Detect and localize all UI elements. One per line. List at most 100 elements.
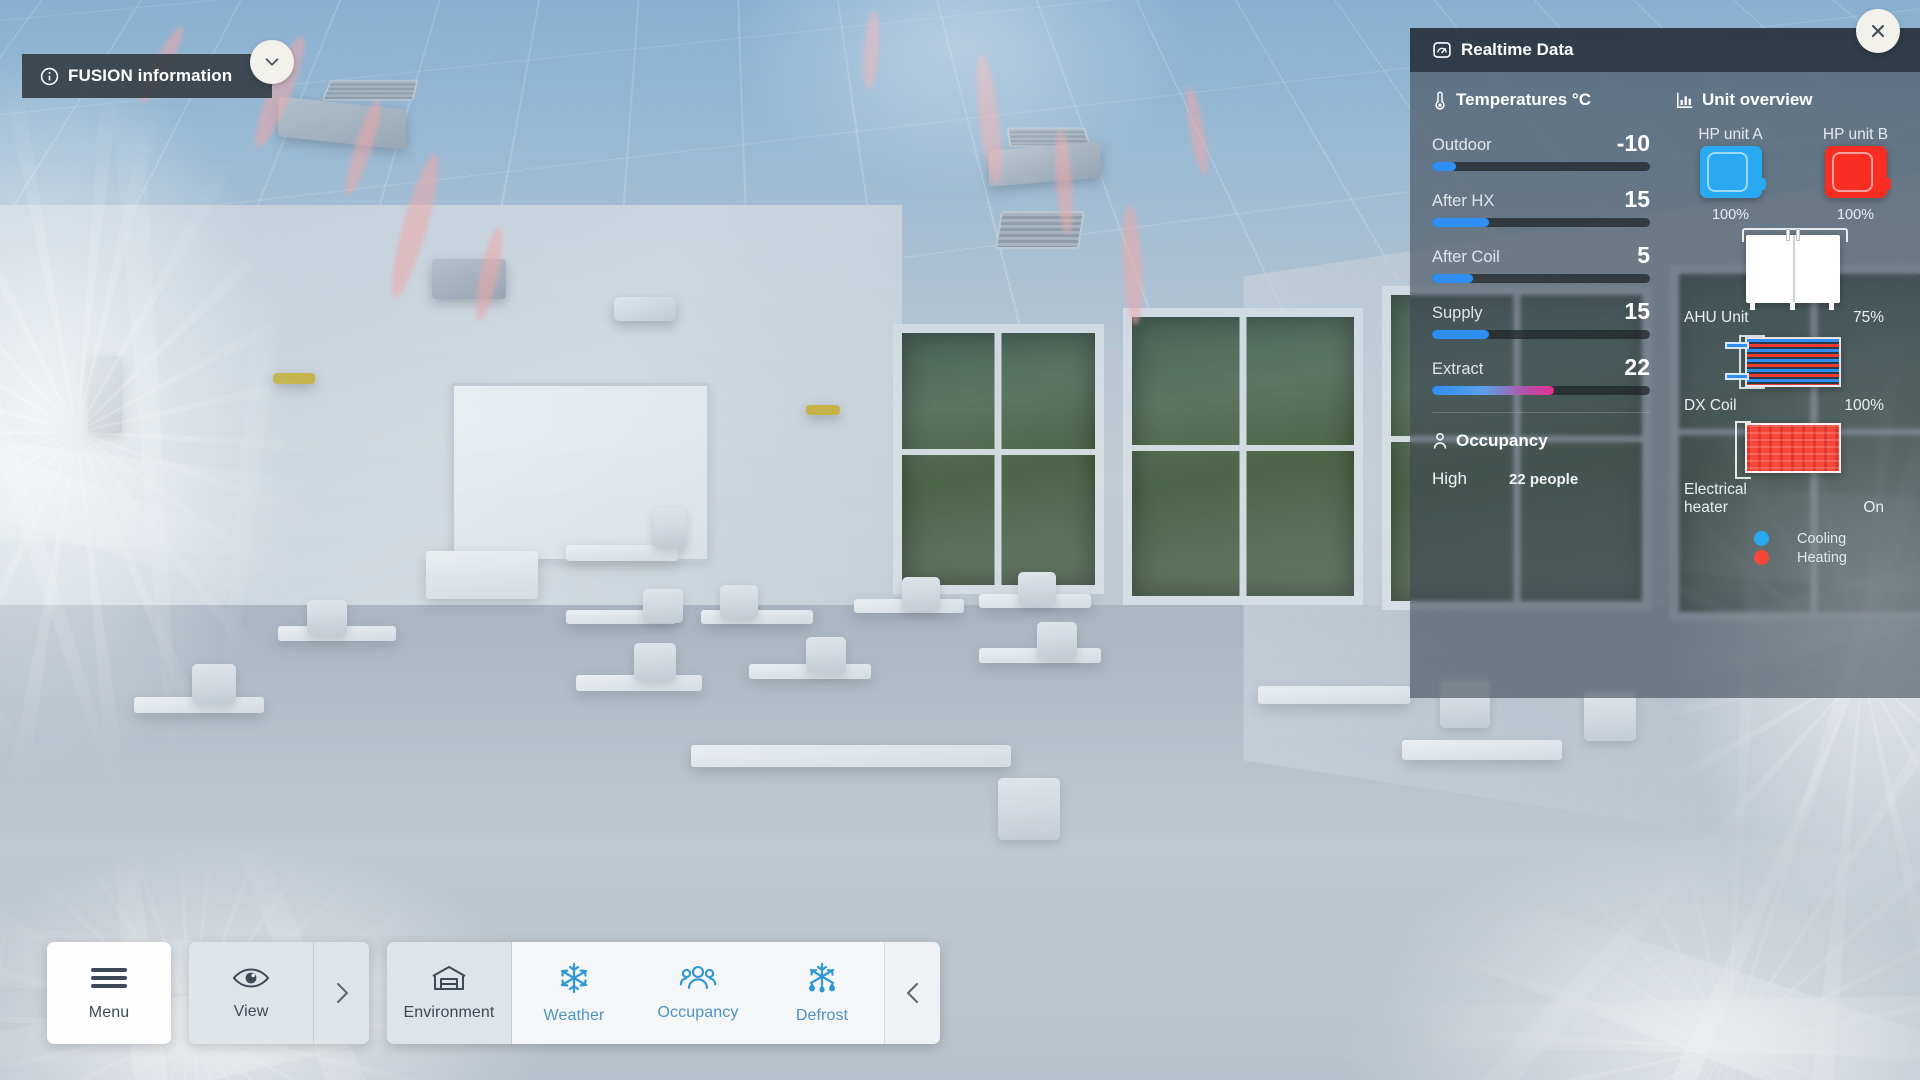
close-panel-button[interactable] xyxy=(1856,9,1900,53)
hp-unit-a-percent: 100% xyxy=(1711,207,1750,223)
snowflake-icon xyxy=(557,961,591,995)
hp-unit-b-percent: 100% xyxy=(1836,207,1875,223)
fusion-information-bar[interactable]: FUSION information xyxy=(22,54,273,98)
temperature-row: Outdoor -10 xyxy=(1432,132,1650,171)
people-icon xyxy=(679,964,717,992)
chair-row2-a xyxy=(192,664,236,705)
dx-coil-icon xyxy=(1676,335,1910,389)
dx-coil-percent: 100% xyxy=(1844,397,1884,414)
electrical-heater-item[interactable]: Electrical heater On xyxy=(1676,421,1910,517)
eye-icon xyxy=(232,965,270,991)
temperatures-heading: Temperatures °C xyxy=(1432,90,1650,110)
hp-unit-labels: HP unit A HP unit B xyxy=(1676,126,1910,144)
temperature-label: After HX xyxy=(1432,192,1495,210)
chair-row2-c xyxy=(806,637,847,674)
temperatures-heading-label: Temperatures °C xyxy=(1456,90,1591,109)
ahu-unit-icon xyxy=(1676,228,1910,310)
person-icon xyxy=(1432,432,1448,450)
building-icon xyxy=(430,964,468,992)
temperature-value: 5 xyxy=(1637,242,1650,268)
temperature-value: 22 xyxy=(1624,354,1650,380)
hp-unit-b[interactable]: 100% xyxy=(1801,146,1910,223)
environment-button[interactable]: Environment xyxy=(387,942,511,1044)
scenario-prev-button[interactable] xyxy=(884,942,940,1044)
temperature-bar-fill xyxy=(1432,386,1555,395)
hp-units-row: 100% 100% xyxy=(1676,146,1910,223)
temperature-label: Extract xyxy=(1432,360,1484,378)
electrical-heater-label: Electrical heater xyxy=(1684,481,1747,516)
hp-unit-a[interactable]: 100% xyxy=(1676,146,1785,223)
scenario-group[interactable]: Environment Weather Occupancy Defrost xyxy=(387,942,940,1044)
defrost-icon xyxy=(805,961,839,995)
fusion-expand-toggle[interactable] xyxy=(250,40,294,84)
dx-coil-item[interactable]: DX Coil 100% xyxy=(1676,335,1910,415)
ahu-unit-item[interactable]: AHU Unit 75% xyxy=(1676,228,1910,327)
temperature-label: Supply xyxy=(1432,304,1483,322)
temperature-row: After Coil 5 xyxy=(1432,244,1650,283)
window-2 xyxy=(1123,307,1364,605)
projector xyxy=(614,297,677,321)
wall-panel-far-left xyxy=(88,356,123,435)
unit-overview-heading: Unit overview xyxy=(1676,90,1910,110)
defrost-button[interactable]: Defrost xyxy=(760,942,884,1044)
info-circle-icon xyxy=(40,67,59,86)
dx-coil-label: DX Coil xyxy=(1684,397,1737,414)
heating-legend-label: Heating xyxy=(1797,549,1847,566)
bottom-toolbar[interactable]: Menu View Environment Weather Occupancy … xyxy=(47,942,940,1044)
temperature-value: 15 xyxy=(1624,186,1650,212)
temperatures-column: Temperatures °C Outdoor -10 After HX 15 Afte… xyxy=(1410,90,1672,698)
chair-right-b xyxy=(1584,691,1636,742)
chair-row1-c xyxy=(720,585,758,620)
occupancy-count: 22 people xyxy=(1508,471,1579,488)
temperature-label: After Coil xyxy=(1432,248,1500,266)
temperature-row: Extract 22 xyxy=(1432,356,1650,395)
fusion-information-label: FUSION information xyxy=(68,66,233,85)
electrical-heater-status: On xyxy=(1863,498,1884,516)
chevron-right-icon xyxy=(332,979,352,1007)
cabinet-unit xyxy=(426,550,539,599)
view-next-button[interactable] xyxy=(313,942,369,1044)
temperature-value: -10 xyxy=(1616,130,1650,156)
menu-button[interactable]: Menu xyxy=(47,942,171,1044)
environment-label: Environment xyxy=(403,1004,495,1021)
defrost-label: Defrost xyxy=(795,1007,849,1024)
teacher-chair xyxy=(652,507,687,548)
temperature-bar-track xyxy=(1432,330,1650,339)
ahu-unit-percent: 75% xyxy=(1852,309,1884,326)
occupancy-heading: Occupancy xyxy=(1432,431,1650,451)
panel-title: Realtime Data xyxy=(1461,40,1574,59)
heating-color-dot xyxy=(1754,550,1769,566)
legend-heating: Heating xyxy=(1754,550,1910,566)
occupancy-values: High 22 people xyxy=(1432,469,1650,489)
occupancy-button[interactable]: Occupancy xyxy=(636,942,760,1044)
sensor-tag-left xyxy=(272,372,315,384)
hamburger-icon xyxy=(89,964,129,992)
hp-unit-b-label: HP unit B xyxy=(1822,126,1889,143)
unit-overview-heading-label: Unit overview xyxy=(1702,90,1813,109)
gauge-icon xyxy=(1432,40,1452,60)
temperature-bar-fill xyxy=(1432,162,1456,171)
legend-cooling: Cooling xyxy=(1754,531,1910,547)
unit-overview-column: Unit overview HP unit A HP unit B 100% 1… xyxy=(1672,90,1920,698)
temperature-bar-track xyxy=(1432,274,1650,283)
hp-unit-b-icon xyxy=(1824,146,1891,198)
menu-label: Menu xyxy=(88,1004,130,1021)
weather-label: Weather xyxy=(543,1007,605,1024)
occupancy-heading-label: Occupancy xyxy=(1456,431,1548,450)
section-divider xyxy=(1432,412,1650,413)
thermometer-icon xyxy=(1432,90,1448,110)
desk-front-large xyxy=(691,745,1012,768)
window-1 xyxy=(892,324,1104,594)
desk-right-rear xyxy=(1401,739,1562,760)
view-group[interactable]: View xyxy=(189,942,369,1044)
teacher-desk xyxy=(566,545,679,562)
realtime-data-panel[interactable]: Realtime Data Temperatures °C Outdoor -10… xyxy=(1410,28,1920,698)
sensor-tag-right xyxy=(806,405,841,415)
chair-row1-d xyxy=(902,576,941,611)
weather-button[interactable]: Weather xyxy=(512,942,636,1044)
ahu-unit-label: AHU Unit xyxy=(1684,309,1749,326)
desk-right-side xyxy=(1257,685,1410,704)
temperature-row: Supply 15 xyxy=(1432,300,1650,339)
view-button[interactable]: View xyxy=(189,942,313,1044)
temperature-label: Outdoor xyxy=(1432,136,1492,154)
